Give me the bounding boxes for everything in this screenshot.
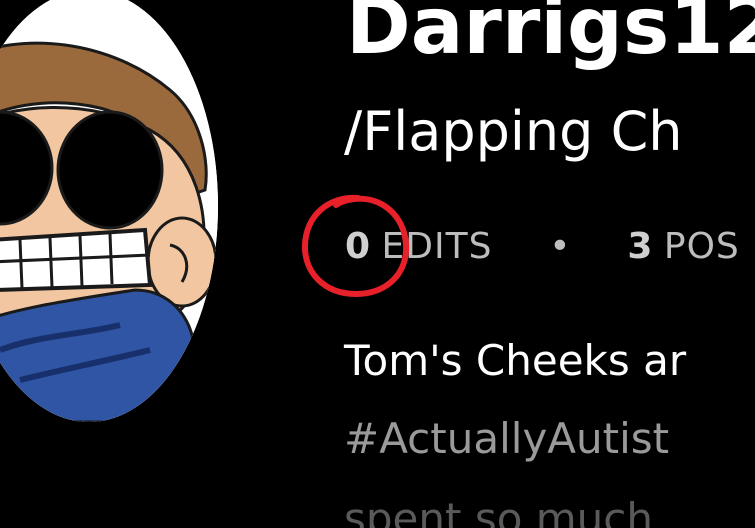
bio-title: Tom's Cheeks ar [344, 336, 687, 385]
profile-screen: Darrigs12 /Flapping Ch 0 EDITS • 3 POS T… [0, 0, 755, 528]
profile-avatar[interactable] [0, 0, 218, 422]
edits-label[interactable]: EDITS [382, 226, 493, 267]
community-name[interactable]: /Flapping Ch [344, 100, 683, 163]
bio-hashtags[interactable]: #ActuallyAutist [344, 414, 669, 463]
stats-separator: • [549, 226, 571, 267]
avatar-cartoon-image [0, 0, 218, 422]
profile-username: Darrigs12 [346, 0, 755, 72]
profile-stats: 0 EDITS • 3 POS [345, 226, 740, 267]
bio-snippet: spent so much [344, 494, 653, 528]
posts-label[interactable]: POS [664, 226, 740, 267]
posts-count[interactable]: 3 [627, 226, 652, 267]
edits-count[interactable]: 0 [345, 226, 370, 267]
